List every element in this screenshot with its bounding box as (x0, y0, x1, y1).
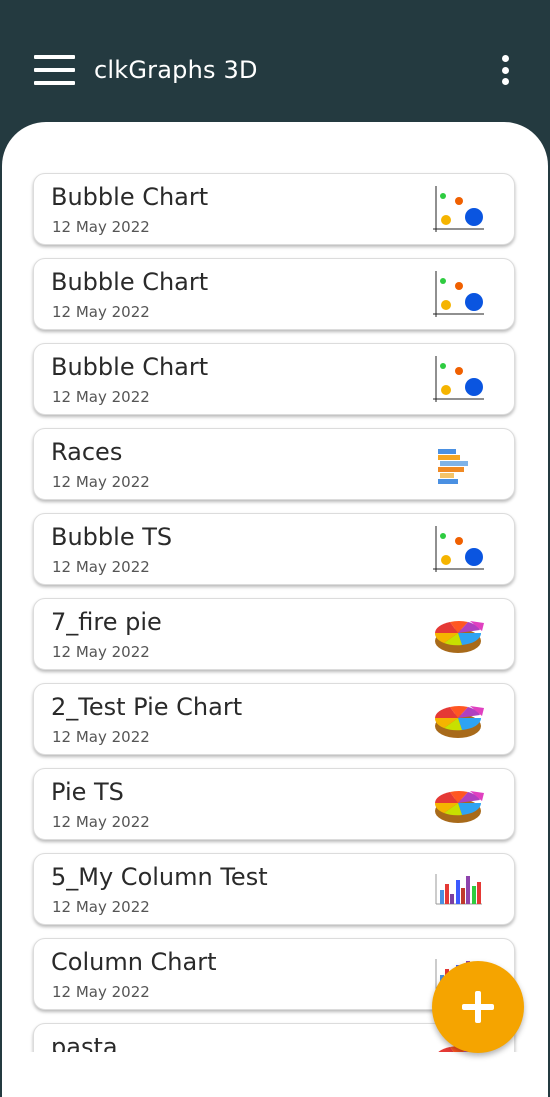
bubble-chart-thumbnail-icon (432, 354, 486, 406)
chart-title: Bubble Chart (51, 268, 209, 296)
chart-list-item[interactable]: Bubble Chart 12 May 2022 (33, 258, 515, 330)
chart-list-item[interactable]: 7_fire pie 12 May 2022 (33, 598, 515, 670)
chart-title: Bubble Chart (51, 183, 209, 211)
chart-list-item[interactable]: 2_Test Pie Chart 12 May 2022 (33, 683, 515, 755)
chart-date: 12 May 2022 (52, 813, 150, 831)
race-chart-thumbnail-icon (432, 439, 486, 491)
bubble-chart-thumbnail-icon (432, 524, 486, 576)
chart-date: 12 May 2022 (52, 728, 150, 746)
chart-list-item[interactable]: Pie TS 12 May 2022 (33, 768, 515, 840)
chart-list[interactable]: Bubble Chart 12 May 2022 Bubble Chart 12 Ma… (2, 122, 548, 1052)
chart-list-item[interactable]: Bubble Chart 12 May 2022 (33, 173, 515, 245)
chart-title: 7_fire pie (51, 608, 162, 636)
chart-title: Races (51, 438, 123, 466)
chart-list-item[interactable]: Bubble TS 12 May 2022 (33, 513, 515, 585)
chart-list-panel: Bubble Chart 12 May 2022 Bubble Chart 12 Ma… (2, 122, 548, 1097)
app-title: clkGraphs 3D (94, 56, 258, 84)
chart-title: Bubble TS (51, 523, 173, 551)
pie-chart-thumbnail-icon (432, 609, 486, 661)
pie-chart-thumbnail-icon (432, 694, 486, 746)
chart-date: 12 May 2022 (52, 898, 150, 916)
chart-date: 12 May 2022 (52, 643, 150, 661)
chart-date: 12 May 2022 (52, 983, 150, 1001)
chart-title: pasta (51, 1033, 118, 1052)
bubble-chart-thumbnail-icon (432, 184, 486, 236)
chart-date: 12 May 2022 (52, 473, 150, 491)
chart-title: Pie TS (51, 778, 124, 806)
app-bar: clkGraphs 3D (0, 0, 550, 140)
list-bottom-area (2, 1052, 548, 1097)
chart-date: 12 May 2022 (52, 218, 150, 236)
chart-date: 12 May 2022 (52, 388, 150, 406)
column-chart-thumbnail-icon (432, 864, 486, 916)
hamburger-menu-icon[interactable] (34, 55, 75, 85)
chart-list-item[interactable]: Races 12 May 2022 (33, 428, 515, 500)
chart-list-item[interactable]: 5_My Column Test 12 May 2022 (33, 853, 515, 925)
pie-chart-thumbnail-icon (432, 779, 486, 831)
chart-title: 5_My Column Test (51, 863, 268, 891)
add-chart-button[interactable] (432, 961, 524, 1053)
chart-date: 12 May 2022 (52, 303, 150, 321)
bubble-chart-thumbnail-icon (432, 269, 486, 321)
more-vertical-icon[interactable] (499, 55, 511, 85)
chart-date: 12 May 2022 (52, 558, 150, 576)
chart-list-item[interactable]: Bubble Chart 12 May 2022 (33, 343, 515, 415)
chart-title: Column Chart (51, 948, 217, 976)
chart-title: Bubble Chart (51, 353, 209, 381)
chart-title: 2_Test Pie Chart (51, 693, 243, 721)
